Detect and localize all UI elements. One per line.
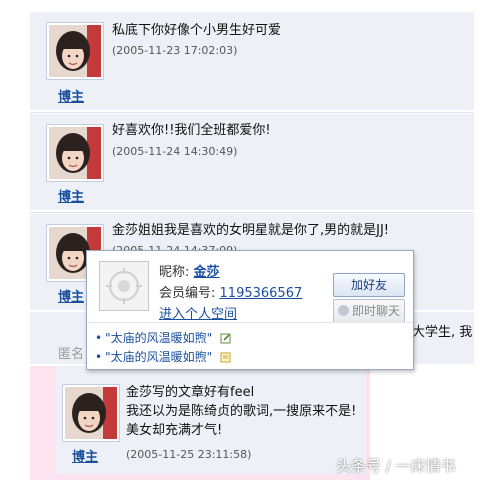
- comment-divider: [30, 212, 474, 213]
- default-avatar: [99, 261, 149, 311]
- avatar-photo-icon: [49, 127, 101, 179]
- comment-text: 我还以为是陈绮贞的歌词,一搜原来不是!: [126, 404, 357, 419]
- author-link[interactable]: 博主: [58, 86, 84, 105]
- comment-text: 私底下你好像个小男生好可爱: [112, 23, 282, 38]
- popup-link-item[interactable]: • "太庙的风温暖如煦": [95, 329, 232, 346]
- comment-time: (2005-11-24 14:30:49): [112, 145, 238, 158]
- user-card-popup: 昵称: 金莎 会员编号: 1195366567 进入个人空间 加好友 即时聊天 …: [86, 250, 414, 370]
- member-id-link[interactable]: 1195366567: [220, 286, 303, 301]
- bullet-icon: •: [95, 350, 103, 364]
- enter-space-link[interactable]: 进入个人空间: [159, 303, 237, 322]
- comment-text: 金莎姐姐我是喜欢的女明星就是你了,男的就是JJ!: [112, 223, 390, 238]
- popup-link-text[interactable]: "太庙的风温暖如煦": [105, 350, 212, 364]
- popup-link-item[interactable]: • "太庙的风温暖如煦": [95, 348, 232, 365]
- nickname-link[interactable]: 金莎: [194, 265, 220, 280]
- instant-chat-label: 即时聊天: [351, 304, 400, 318]
- member-id-row: 会员编号: 1195366567: [159, 282, 302, 301]
- chat-icon: [337, 305, 349, 316]
- avatar[interactable]: [46, 124, 104, 182]
- edit-icon: [220, 333, 231, 344]
- add-friend-button[interactable]: 加好友: [333, 273, 405, 297]
- comment-text: 金莎写的文章好有feel: [126, 385, 255, 400]
- instant-chat-button[interactable]: 即时聊天: [333, 299, 405, 323]
- nickname-row: 昵称: 金莎: [159, 261, 220, 280]
- member-id-label: 会员编号:: [159, 286, 216, 301]
- note-icon: [220, 352, 231, 363]
- author-link[interactable]: 博主: [58, 286, 84, 305]
- popup-divider: [87, 322, 413, 323]
- comment-text: 好喜欢你!!我们全班都爱你!: [112, 123, 271, 138]
- avatar[interactable]: [62, 384, 120, 442]
- watermark: 头条号 / 一床情书: [336, 457, 456, 475]
- comment-page: 博主 私底下你好像个小男生好可爱 (2005-11-23 17:02:03) 博…: [0, 0, 480, 480]
- comment-divider: [30, 112, 474, 113]
- author-link[interactable]: 博主: [72, 446, 98, 465]
- avatar-photo-icon: [49, 25, 101, 77]
- author-link[interactable]: 博主: [58, 186, 84, 205]
- popup-link-text[interactable]: "太庙的风温暖如煦": [105, 331, 212, 345]
- nickname-label: 昵称:: [159, 265, 190, 280]
- comment-text: 美女却充满才气!: [126, 423, 223, 438]
- avatar[interactable]: [46, 22, 104, 80]
- placeholder-logo-icon: [100, 262, 148, 310]
- comment-time: (2005-11-25 23:11:58): [126, 448, 252, 461]
- comment-text: 大学生, 我: [412, 325, 473, 340]
- bullet-icon: •: [95, 331, 103, 345]
- comment-time: (2005-11-23 17:02:03): [112, 44, 238, 57]
- hidden-name-fragment: 匿名: [58, 347, 85, 362]
- avatar-photo-icon: [65, 387, 117, 439]
